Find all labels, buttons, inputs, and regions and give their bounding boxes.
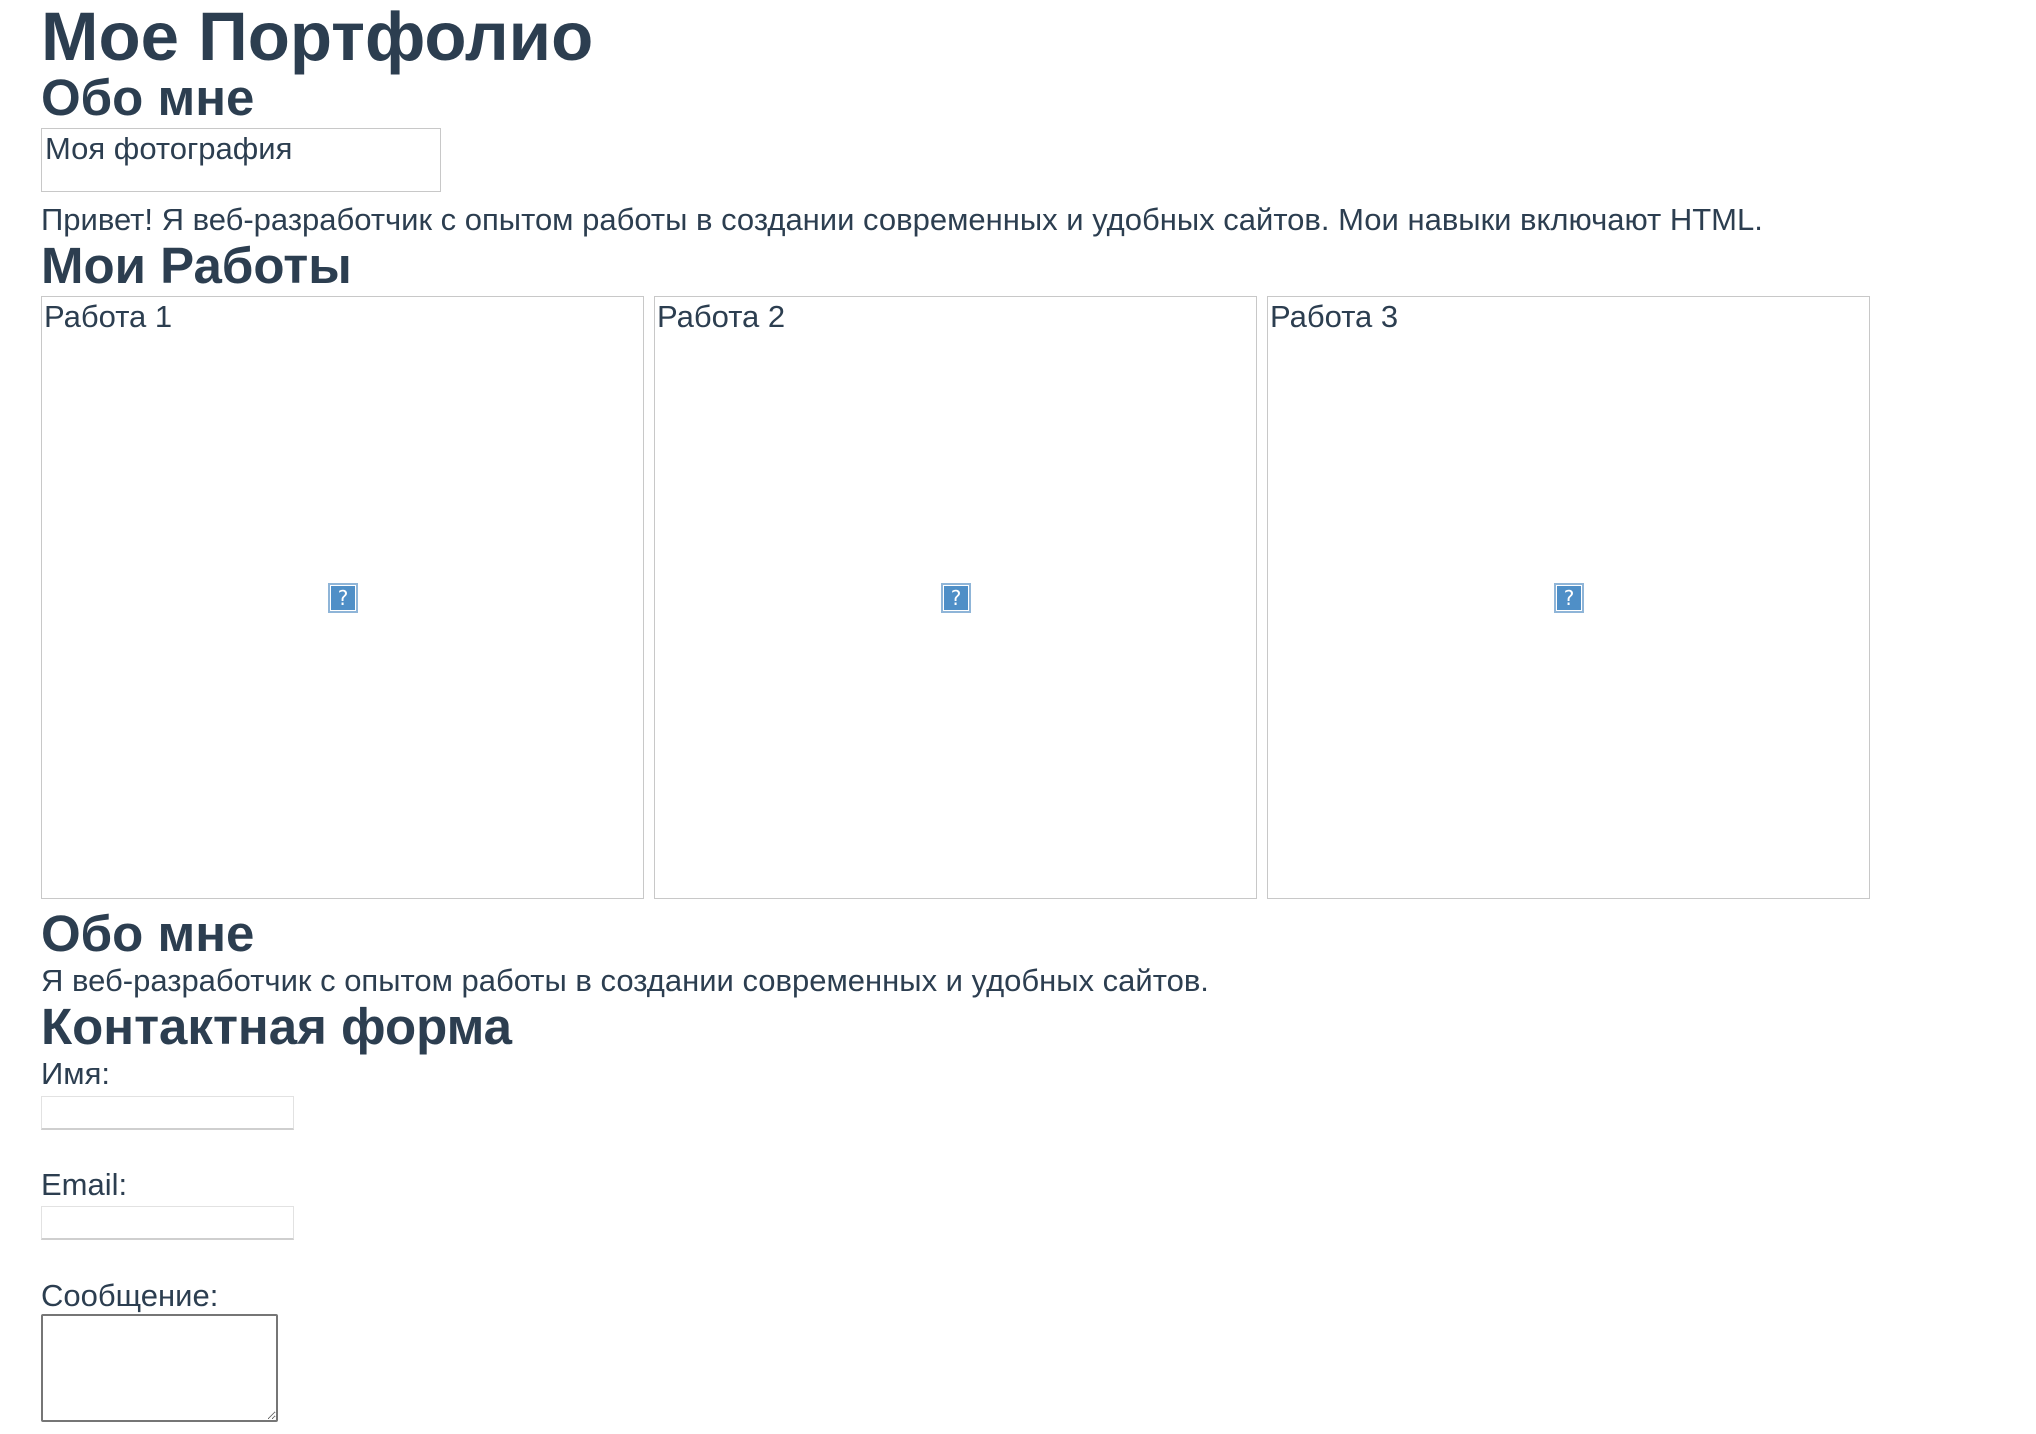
- page-title: Мое Портфолио: [41, 0, 594, 75]
- about-intro-text: Привет! Я веб-разработчик с опытом работ…: [41, 202, 1763, 237]
- work-card-2[interactable]: Работа 2 ?: [654, 296, 1257, 899]
- name-input[interactable]: [41, 1096, 294, 1130]
- works-heading: Мои Работы: [41, 237, 352, 294]
- work-card-label: Работа 1: [44, 299, 173, 334]
- message-textarea[interactable]: [41, 1314, 278, 1422]
- work-card-1[interactable]: Работа 1 ?: [41, 296, 644, 899]
- contact-form-heading: Контактная форма: [41, 998, 513, 1055]
- work-card-label: Работа 2: [657, 299, 786, 334]
- email-label: Email:: [41, 1167, 128, 1202]
- work-card-label: Работа 3: [1270, 299, 1399, 334]
- work-card-3[interactable]: Работа 3 ?: [1267, 296, 1870, 899]
- name-label: Имя:: [41, 1056, 110, 1091]
- about-heading-secondary: Обо мне: [41, 905, 255, 962]
- message-label: Сообщение:: [41, 1278, 219, 1313]
- profile-photo: Моя фотография: [41, 128, 441, 192]
- about-secondary-text: Я веб-разработчик с опытом работы в созд…: [41, 963, 1209, 998]
- broken-image-icon: ?: [941, 583, 971, 613]
- broken-image-icon: ?: [1554, 583, 1584, 613]
- about-heading: Обо мне: [41, 69, 255, 126]
- profile-photo-alt-text: Моя фотография: [45, 131, 293, 166]
- broken-image-icon: ?: [328, 583, 358, 613]
- email-input[interactable]: [41, 1206, 294, 1240]
